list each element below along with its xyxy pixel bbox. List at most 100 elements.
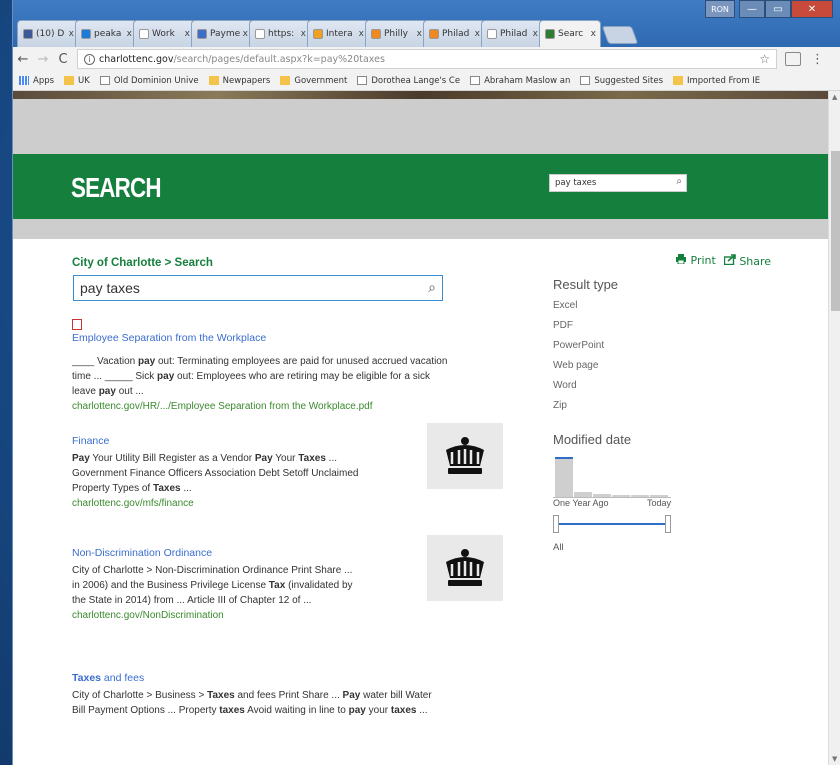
print-link[interactable]: Print xyxy=(675,254,716,268)
scroll-up-arrow-icon[interactable]: ▲ xyxy=(832,93,837,101)
search-icon[interactable]: ⌕ xyxy=(428,279,436,296)
result-title[interactable]: Finance xyxy=(72,435,452,447)
bookmark-star-icon[interactable]: ☆ xyxy=(759,52,770,66)
bookmark-label: Dorothea Lange's Ce xyxy=(371,75,461,86)
main-search-input[interactable]: pay taxes ⌕ xyxy=(73,275,443,301)
result-thumbnail[interactable] xyxy=(427,535,503,601)
browser-tab[interactable]: peaka x xyxy=(75,20,137,47)
profile-button[interactable]: RON xyxy=(705,0,735,18)
tab-favicon-icon xyxy=(313,29,323,39)
minimize-button[interactable]: — xyxy=(739,0,765,18)
bookmark-label: Imported From IE xyxy=(687,75,761,86)
bookmark-item[interactable]: Abraham Maslow an xyxy=(470,76,570,86)
bookmark-item[interactable]: Old Dominion Unive xyxy=(99,75,199,86)
histogram-bar[interactable] xyxy=(574,491,592,497)
bookmark-item[interactable]: Newpapers xyxy=(208,76,270,86)
bookmark-item[interactable]: Imported From IE xyxy=(673,76,760,86)
tab-label: Work xyxy=(152,29,175,39)
tab-close-icon[interactable]: x xyxy=(533,29,538,39)
browser-tab[interactable]: Philad x xyxy=(481,20,543,47)
bookmark-item[interactable]: Dorothea Lange's Ce xyxy=(357,76,460,86)
tab-close-icon[interactable]: x xyxy=(185,29,190,39)
tab-label: (10) D xyxy=(36,29,65,39)
result-url[interactable]: charlottenc.gov/HR/.../Employee Separati… xyxy=(72,401,452,412)
browser-tab[interactable]: Philad x xyxy=(423,20,485,47)
tab-close-icon[interactable]: x xyxy=(243,29,248,39)
browser-tab[interactable]: Payme x xyxy=(191,20,253,47)
bookmark-item[interactable]: Government xyxy=(280,76,347,86)
browser-tab[interactable]: Searc x xyxy=(539,20,601,47)
slider-start-handle[interactable] xyxy=(553,515,559,533)
tab-close-icon[interactable]: x xyxy=(127,29,132,39)
close-window-button[interactable]: ✕ xyxy=(791,0,833,18)
result-type-option[interactable]: Word xyxy=(553,380,618,391)
address-bar[interactable]: i charlottenc.gov /search/pages/default.… xyxy=(77,49,777,69)
histogram-bar[interactable] xyxy=(650,495,668,497)
slider-track xyxy=(557,523,667,525)
result-type-option[interactable]: Excel xyxy=(553,300,618,311)
menu-icon[interactable]: ⋮ xyxy=(811,52,824,67)
info-icon[interactable]: i xyxy=(84,53,95,65)
bookmark-item[interactable]: Suggested Sites xyxy=(580,76,663,86)
browser-window: (10) Dx peaka x Work x Payme x https: x Intera x Ph… xyxy=(12,0,840,765)
search-result: Finance Pay Your Utility Bill Register a… xyxy=(72,423,503,509)
page-title: SEARCH xyxy=(71,172,162,203)
result-title[interactable]: Taxes and fees xyxy=(72,672,452,684)
result-url[interactable]: charlottenc.gov/NonDiscrimination xyxy=(72,610,452,621)
bookmark-item[interactable]: Apps xyxy=(19,76,54,86)
tab-label: https: xyxy=(268,29,295,39)
extension-icon[interactable] xyxy=(785,52,801,66)
page-scrollbar[interactable]: ▲ ▼ xyxy=(828,91,840,765)
histogram-bar[interactable] xyxy=(593,494,611,497)
search-icon[interactable]: ⌕ xyxy=(676,176,682,187)
browser-toolbar: ← → C i charlottenc.gov /search/pages/de… xyxy=(13,47,840,71)
result-title[interactable]: Non-Discrimination Ordinance xyxy=(72,547,452,559)
browser-tab[interactable]: Intera x xyxy=(307,20,369,47)
date-histogram[interactable] xyxy=(553,456,671,498)
histogram-bar[interactable] xyxy=(612,495,630,497)
scrollbar-thumb[interactable] xyxy=(831,151,840,311)
bookmark-label: Old Dominion Unive xyxy=(113,75,199,86)
folder-icon xyxy=(673,76,683,85)
hero-image-strip xyxy=(13,91,828,99)
tab-close-icon[interactable]: x xyxy=(417,29,422,39)
result-url[interactable]: charlottenc.gov/mfs/finance xyxy=(72,498,452,509)
tab-close-icon[interactable]: x xyxy=(475,29,480,39)
browser-tab[interactable]: Philly x xyxy=(365,20,427,47)
slider-end-handle[interactable] xyxy=(665,515,671,533)
search-result: Non-Discrimination Ordinance City of Cha… xyxy=(72,535,503,621)
maximize-button[interactable]: ▭ xyxy=(765,0,791,18)
result-type-list: Excel PDF PowerPoint Web page Word Zip xyxy=(553,300,618,411)
result-title[interactable]: Employee Separation from the Workplace xyxy=(72,332,452,344)
tab-close-icon[interactable]: x xyxy=(69,29,74,39)
scroll-down-arrow-icon[interactable]: ▼ xyxy=(832,755,837,763)
result-type-option[interactable]: Zip xyxy=(553,400,618,411)
browser-tab[interactable]: https: x xyxy=(249,20,311,47)
tab-label: Philad xyxy=(442,29,470,39)
print-share-links: Print Share xyxy=(675,254,771,268)
result-type-option[interactable]: PDF xyxy=(553,320,618,331)
histogram-bar[interactable] xyxy=(555,457,573,497)
bookmark-item[interactable]: UK xyxy=(64,76,90,86)
result-thumbnail[interactable] xyxy=(427,423,503,489)
date-range-slider[interactable] xyxy=(553,515,671,533)
result-type-option[interactable]: PowerPoint xyxy=(553,340,618,351)
share-link[interactable]: Share xyxy=(723,254,771,268)
all-dates-link[interactable]: All xyxy=(553,542,564,553)
browser-tab[interactable]: (10) D x xyxy=(17,20,79,47)
tab-close-icon[interactable]: x xyxy=(591,29,596,39)
tab-close-icon[interactable]: x xyxy=(301,29,306,39)
bookmark-label: Apps xyxy=(33,75,55,86)
reload-button[interactable]: C xyxy=(53,52,73,67)
tab-favicon-icon xyxy=(197,29,207,39)
main-search-value: pay taxes xyxy=(80,280,140,296)
gray-banner xyxy=(13,99,828,154)
back-button[interactable]: ← xyxy=(13,52,33,67)
result-type-option[interactable]: Web page xyxy=(553,360,618,371)
new-tab-button[interactable] xyxy=(601,26,639,44)
forward-button[interactable]: → xyxy=(33,52,53,67)
histogram-bar[interactable] xyxy=(631,495,649,497)
browser-tab[interactable]: Work x xyxy=(133,20,195,47)
tab-close-icon[interactable]: x xyxy=(359,29,364,39)
header-search-input[interactable]: pay taxes ⌕ xyxy=(549,174,687,192)
